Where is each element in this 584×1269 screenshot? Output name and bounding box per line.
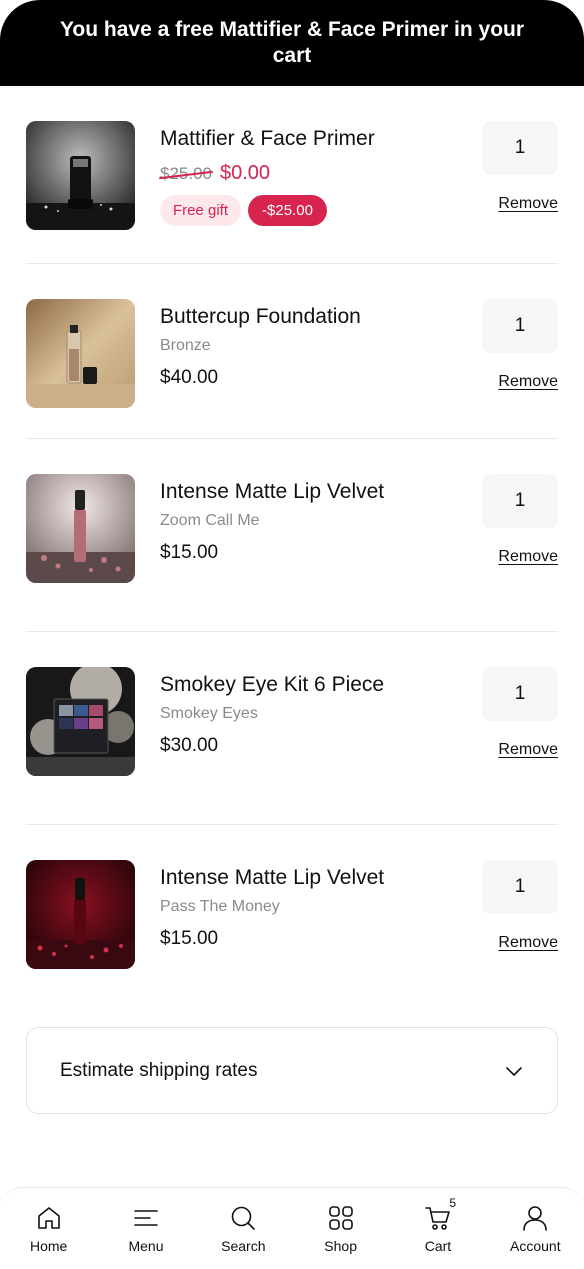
discount-badge: -$25.00 [248,195,327,226]
item-variant: Bronze [160,337,211,354]
item-price: $15.00 [160,542,219,563]
item-price: $15.00 [160,928,219,949]
tab-label: Menu [128,1238,164,1254]
tab-shop[interactable]: Shop [292,1188,389,1269]
tab-account[interactable]: Account [487,1188,584,1269]
cart-item: Intense Matte Lip Velvet Pass The Money … [26,825,558,1005]
tab-label: Account [510,1238,561,1254]
free-gift-banner: You have a free Mattifier & Face Primer … [0,0,584,86]
badge-row: Free gift -$25.00 [160,195,405,226]
product-image-lip-velvet[interactable] [26,474,135,583]
price-row: $25.00 $0.00 [160,162,405,185]
quantity-field[interactable]: 1 [482,121,558,175]
item-info: Smokey Eye Kit 6 Piece Smokey Eyes $30.0… [160,669,405,758]
home-icon [37,1207,60,1229]
tab-label: Search [221,1238,266,1254]
item-price: $40.00 [160,367,219,388]
search-icon [232,1206,256,1230]
original-price: $25.00 [160,164,212,183]
remove-button[interactable]: Remove [498,373,558,391]
item-price: $30.00 [160,735,219,756]
item-title[interactable]: Intense Matte Lip Velvet [160,476,405,507]
product-image-lip-velvet[interactable] [26,860,135,969]
menu-icon [134,1210,158,1226]
cart-item: Smokey Eye Kit 6 Piece Smokey Eyes $30.0… [26,632,558,825]
free-gift-badge: Free gift [160,195,242,226]
quantity-field[interactable]: 1 [482,474,558,528]
tab-menu[interactable]: Menu [97,1188,194,1269]
cart-items-list: Mattifier & Face Primer $25.00 $0.00 Fre… [26,86,558,1005]
item-variant: Smokey Eyes [160,705,258,722]
grid-icon [328,1206,353,1230]
tab-cart[interactable]: 5 Cart [389,1188,486,1269]
cart-icon [425,1207,450,1230]
item-info: Intense Matte Lip Velvet Pass The Money … [160,862,405,951]
item-title[interactable]: Intense Matte Lip Velvet [160,862,405,893]
remove-button[interactable]: Remove [498,195,558,213]
banner-text: You have a free Mattifier & Face Primer … [59,18,525,67]
product-image-primer[interactable] [26,121,135,230]
remove-button[interactable]: Remove [498,548,558,566]
sale-price: $0.00 [220,162,271,184]
quantity-field[interactable]: 1 [482,667,558,721]
estimate-shipping-accordion[interactable]: Estimate shipping rates [26,1027,558,1114]
cart-count-badge: 5 [449,1196,456,1210]
cart-item: Intense Matte Lip Velvet Zoom Call Me $1… [26,439,558,632]
bottom-tab-bar: Home Menu Search Shop 5 Cart Account [0,1187,584,1269]
item-info: Intense Matte Lip Velvet Zoom Call Me $1… [160,476,405,565]
remove-button[interactable]: Remove [498,934,558,952]
item-title[interactable]: Smokey Eye Kit 6 Piece [160,669,405,700]
item-info: Buttercup Foundation Bronze $40.00 [160,301,405,390]
item-variant: Zoom Call Me [160,512,260,529]
cart-item: Mattifier & Face Primer $25.00 $0.00 Fre… [26,86,558,264]
tab-label: Shop [324,1238,357,1254]
tab-label: Home [29,1238,68,1254]
tab-home[interactable]: Home [0,1188,97,1269]
item-info: Mattifier & Face Primer $25.00 $0.00 Fre… [160,123,405,226]
product-image-eye-kit[interactable] [26,667,135,776]
shipping-label: Estimate shipping rates [60,1059,258,1081]
user-icon [523,1206,548,1231]
item-variant: Pass The Money [160,898,280,915]
item-title[interactable]: Mattifier & Face Primer [160,123,405,154]
tab-label: Cart [424,1238,452,1254]
remove-button[interactable]: Remove [498,741,558,759]
tab-search[interactable]: Search [195,1188,292,1269]
item-title[interactable]: Buttercup Foundation [160,301,405,332]
cart-item: Buttercup Foundation Bronze $40.00 1 Rem… [26,264,558,439]
chevron-down-icon [506,1066,522,1076]
quantity-field[interactable]: 1 [482,299,558,353]
product-image-foundation[interactable] [26,299,135,408]
quantity-field[interactable]: 1 [482,860,558,914]
